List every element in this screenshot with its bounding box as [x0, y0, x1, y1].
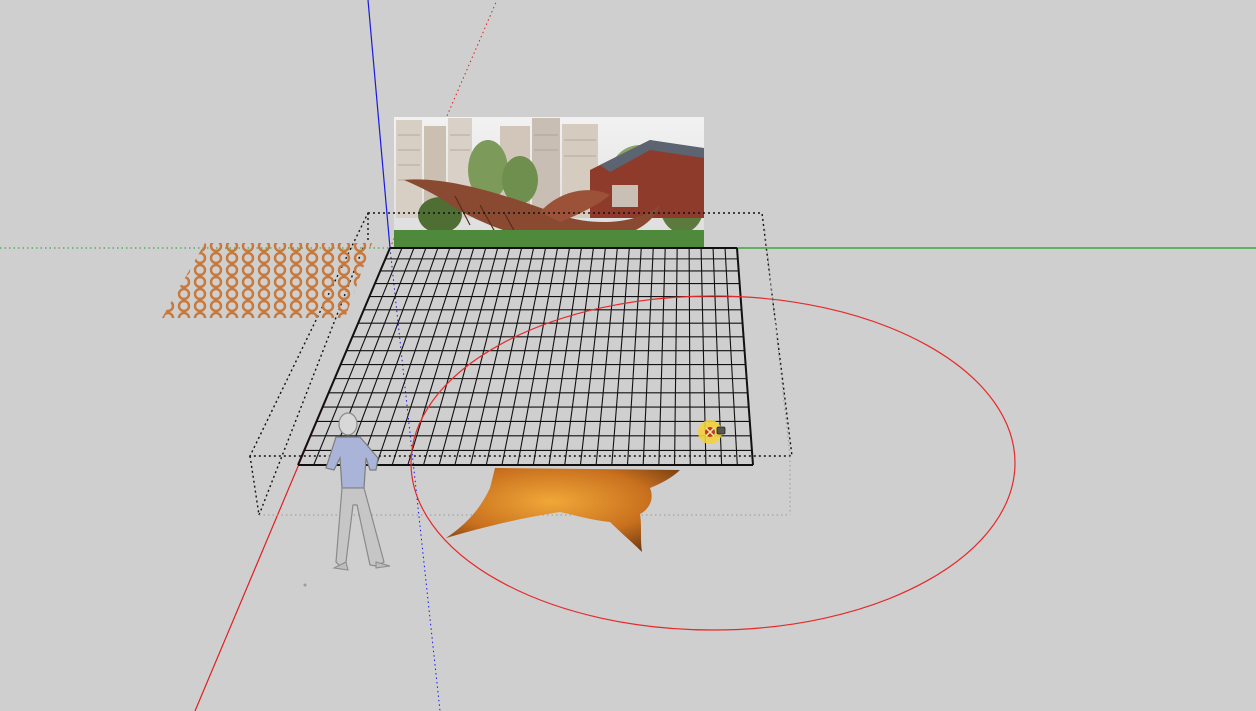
axes	[0, 0, 1256, 711]
leaf-texture[interactable]	[446, 468, 680, 552]
grid-col-line	[360, 247, 439, 466]
grid-col-line	[724, 247, 738, 466]
grid-col-line	[626, 247, 642, 466]
grid-col-line	[658, 247, 666, 466]
grid-col-line	[407, 247, 475, 466]
blue-axis-solid	[367, 0, 391, 249]
grid-col-line	[470, 247, 523, 466]
grid-col-line	[642, 247, 654, 466]
grid-col-line	[438, 247, 499, 466]
grid-col-line	[548, 247, 582, 466]
grid-col-line	[422, 247, 487, 466]
grid-col-line	[375, 247, 451, 466]
lattice-texture[interactable]	[162, 243, 372, 318]
grid-col-line	[454, 247, 511, 466]
grid-col-line	[688, 247, 691, 466]
stray-point	[303, 583, 307, 587]
person-figure-icon[interactable]	[325, 412, 391, 571]
grid-col-line	[391, 247, 463, 466]
grid-col-line	[736, 247, 754, 466]
blue-axis-dotted	[389, 247, 441, 711]
model-canvas[interactable]	[0, 0, 1256, 711]
red-circle[interactable]	[410, 295, 1016, 631]
grid-col-line	[485, 247, 535, 466]
grid-col-line	[564, 247, 594, 466]
grid-surface[interactable]	[297, 247, 754, 466]
grid-col-line	[579, 247, 606, 466]
photo-billboard[interactable]	[394, 117, 704, 247]
sketchup-viewport[interactable]	[0, 0, 1256, 711]
grid-col-line	[674, 247, 678, 466]
